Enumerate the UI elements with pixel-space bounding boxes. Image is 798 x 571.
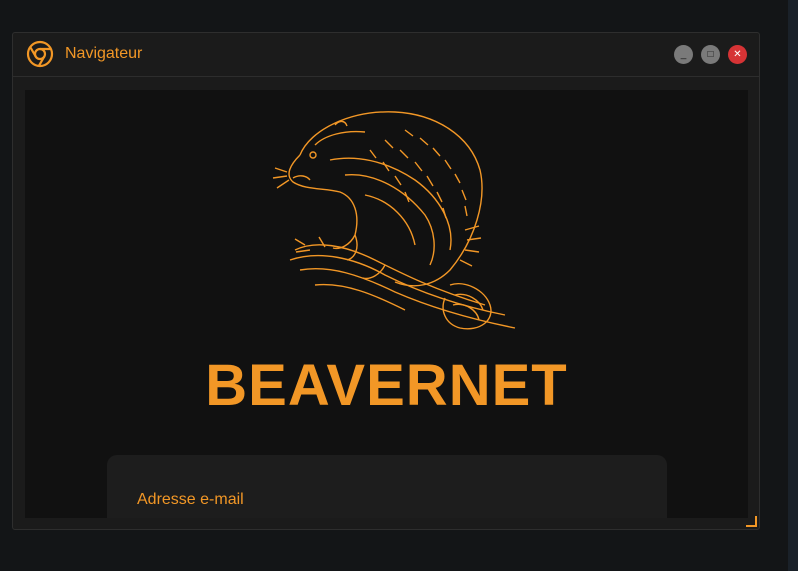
- browser-window: Navigateur _ □ ✕ BEAVERNET Adresse e-mai…: [12, 32, 760, 530]
- window-controls: _ □ ✕: [674, 45, 747, 64]
- browser-icon: [25, 39, 55, 69]
- desktop: Navigateur _ □ ✕ BEAVERNET Adresse e-mai…: [0, 0, 798, 571]
- page-content[interactable]: BEAVERNET Adresse e-mail: [25, 90, 748, 518]
- close-icon: ✕: [733, 48, 742, 60]
- email-label: Adresse e-mail: [137, 491, 244, 508]
- title-bar[interactable]: Navigateur _ □ ✕: [13, 33, 759, 77]
- maximize-button[interactable]: □: [701, 45, 720, 64]
- minimize-button[interactable]: _: [674, 45, 693, 64]
- brand-title: BEAVERNET: [205, 353, 568, 418]
- maximize-icon: □: [707, 48, 714, 60]
- close-button[interactable]: ✕: [728, 45, 747, 64]
- desktop-edge: [788, 0, 798, 571]
- login-card: Adresse e-mail: [107, 455, 667, 518]
- window-title: Navigateur: [65, 45, 143, 62]
- beaver-illustration: [272, 111, 516, 330]
- minimize-icon: _: [680, 48, 687, 60]
- resize-grip-icon[interactable]: [745, 515, 757, 527]
